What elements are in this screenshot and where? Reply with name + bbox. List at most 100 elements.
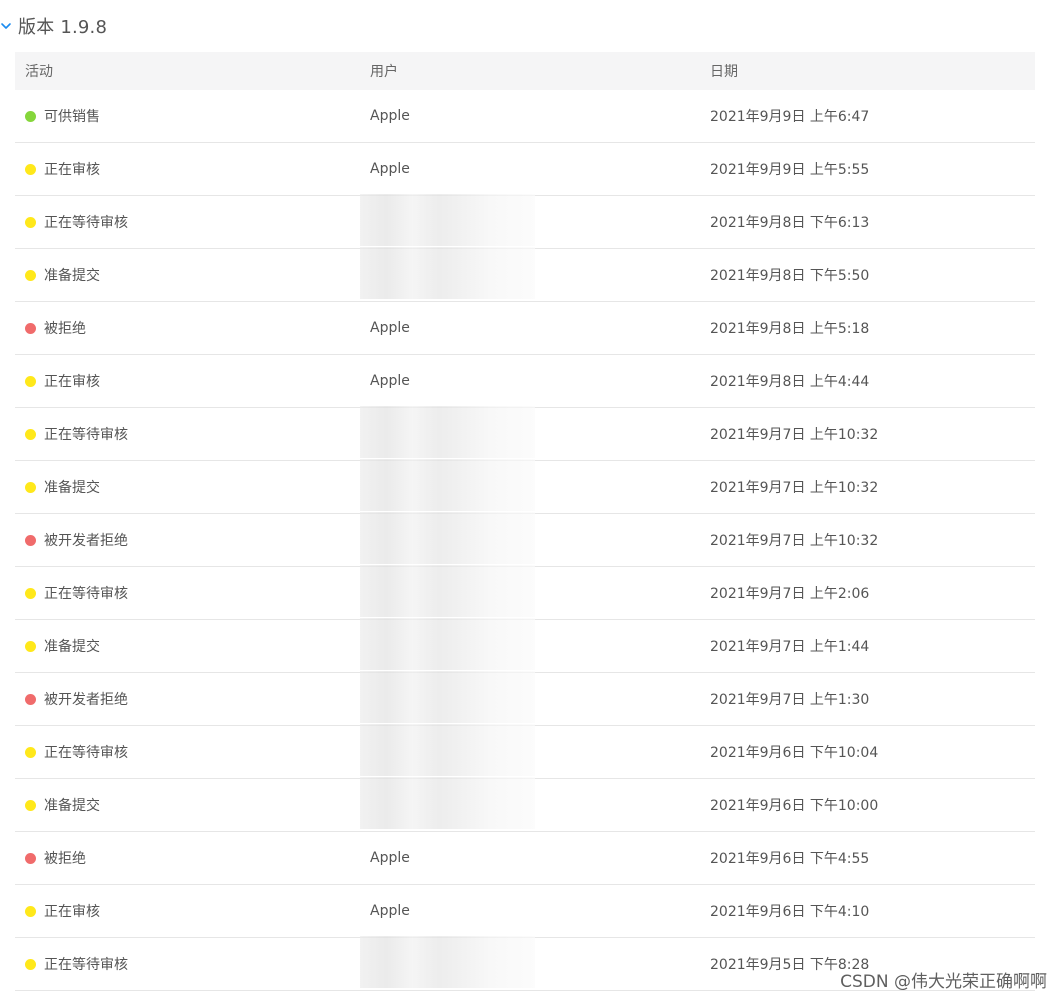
user-label: Apple	[370, 320, 410, 336]
column-header-activity: 活动	[25, 64, 53, 80]
activity-label: 被开发者拒绝	[44, 692, 128, 708]
user-cell	[360, 247, 700, 303]
status-dot-icon	[25, 534, 36, 546]
activity-table: 活动 用户 日期 可供销售 Apple 2021年9月9日 上午6:47 正在审核 Ap…	[15, 52, 1035, 991]
table-row: 准备提交 2021年9月7日 上午1:44	[15, 618, 1035, 674]
activity-label: 被拒绝	[44, 851, 86, 867]
date-cell: 2021年9月6日 下午4:10	[710, 904, 870, 920]
table-row: 正在审核 Apple 2021年9月8日 上午4:44	[15, 355, 1035, 408]
status-dot-icon	[25, 640, 36, 652]
status-dot-icon	[25, 269, 36, 281]
table-row: 正在等待审核 2021年9月7日 上午10:32	[15, 406, 1035, 461]
activity-cell: 被开发者拒绝	[15, 689, 360, 709]
activity-label: 可供销售	[44, 109, 100, 125]
table-row: 正在审核 Apple 2021年9月9日 上午5:55	[15, 143, 1035, 196]
activity-label: 准备提交	[44, 480, 100, 496]
user-cell	[360, 777, 700, 833]
user-cell	[360, 724, 700, 780]
redacted-user	[360, 777, 535, 829]
activity-cell: 正在审核	[15, 901, 360, 921]
user-label: Apple	[370, 850, 410, 866]
table-body: 可供销售 Apple 2021年9月9日 上午6:47 正在审核 Apple 2021年9…	[15, 90, 1035, 991]
table-row: 正在等待审核 2021年9月7日 上午2:06	[15, 565, 1035, 621]
status-dot-icon	[25, 799, 36, 811]
date-cell: 2021年9月7日 上午1:30	[710, 692, 870, 708]
status-dot-icon	[25, 587, 36, 599]
user-label: Apple	[370, 161, 410, 177]
user-label: Apple	[370, 108, 410, 124]
chevron-down-icon	[1, 23, 11, 29]
status-dot-icon	[25, 852, 36, 864]
table-row: 被拒绝 Apple 2021年9月8日 上午5:18	[15, 302, 1035, 355]
user-cell: Apple	[360, 373, 700, 389]
activity-label: 正在等待审核	[44, 586, 128, 602]
activity-cell: 被拒绝	[15, 318, 360, 338]
activity-label: 正在审核	[44, 904, 100, 920]
table-row: 被开发者拒绝 2021年9月7日 上午10:32	[15, 512, 1035, 568]
activity-cell: 正在等待审核	[15, 954, 360, 974]
status-dot-icon	[25, 693, 36, 705]
table-row: 被开发者拒绝 2021年9月7日 上午1:30	[15, 671, 1035, 727]
table-row: 被拒绝 Apple 2021年9月6日 下午4:55	[15, 832, 1035, 885]
status-dot-icon	[25, 481, 36, 493]
date-cell: 2021年9月9日 上午5:55	[710, 162, 870, 178]
user-cell	[360, 565, 700, 621]
date-cell: 2021年9月7日 上午2:06	[710, 586, 870, 602]
user-cell	[360, 459, 700, 515]
status-dot-icon	[25, 958, 36, 970]
redacted-user	[360, 618, 535, 670]
activity-cell: 被拒绝	[15, 848, 360, 868]
activity-label: 准备提交	[44, 639, 100, 655]
redacted-user	[360, 936, 535, 988]
activity-label: 正在等待审核	[44, 957, 128, 973]
date-cell: 2021年9月7日 上午10:32	[710, 533, 879, 549]
status-dot-icon	[25, 163, 36, 175]
user-cell	[360, 512, 700, 568]
table-row: 准备提交 2021年9月6日 下午10:00	[15, 777, 1035, 833]
status-dot-icon	[25, 110, 36, 122]
user-cell: Apple	[360, 108, 700, 124]
table-row: 准备提交 2021年9月7日 上午10:32	[15, 459, 1035, 515]
date-cell: 2021年9月7日 上午10:32	[710, 427, 879, 443]
user-cell: Apple	[360, 320, 700, 336]
status-dot-icon	[25, 216, 36, 228]
activity-label: 被开发者拒绝	[44, 533, 128, 549]
activity-cell: 正在审核	[15, 371, 360, 391]
column-header-date: 日期	[710, 64, 738, 80]
activity-label: 准备提交	[44, 268, 100, 284]
user-cell: Apple	[360, 903, 700, 919]
activity-cell: 可供销售	[15, 106, 360, 126]
date-cell: 2021年9月6日 下午10:04	[710, 745, 879, 761]
activity-cell: 被开发者拒绝	[15, 530, 360, 550]
user-cell: Apple	[360, 161, 700, 177]
activity-label: 正在等待审核	[44, 745, 128, 761]
table-header: 活动 用户 日期	[15, 52, 1035, 90]
activity-label: 正在等待审核	[44, 427, 128, 443]
status-dot-icon	[25, 428, 36, 440]
user-cell	[360, 671, 700, 727]
activity-cell: 正在等待审核	[15, 583, 360, 603]
activity-cell: 正在审核	[15, 159, 360, 179]
redacted-user	[360, 459, 535, 511]
version-section-toggle[interactable]: 版本 1.9.8	[0, 8, 107, 44]
activity-cell: 正在等待审核	[15, 424, 360, 444]
redacted-user	[360, 724, 535, 776]
activity-label: 正在等待审核	[44, 215, 128, 231]
table-row: 正在等待审核 2021年9月6日 下午10:04	[15, 724, 1035, 780]
redacted-user	[360, 406, 535, 458]
redacted-user	[360, 565, 535, 617]
activity-cell: 准备提交	[15, 795, 360, 815]
date-cell: 2021年9月8日 下午6:13	[710, 215, 870, 231]
date-cell: 2021年9月6日 下午10:00	[710, 798, 879, 814]
status-dot-icon	[25, 746, 36, 758]
activity-cell: 准备提交	[15, 636, 360, 656]
redacted-user	[360, 247, 535, 299]
activity-label: 正在审核	[44, 374, 100, 390]
activity-cell: 正在等待审核	[15, 742, 360, 762]
redacted-user	[360, 194, 535, 246]
user-cell	[360, 618, 700, 674]
activity-label: 正在审核	[44, 162, 100, 178]
user-cell	[360, 194, 700, 250]
date-cell: 2021年9月8日 下午5:50	[710, 268, 870, 284]
activity-cell: 正在等待审核	[15, 212, 360, 232]
